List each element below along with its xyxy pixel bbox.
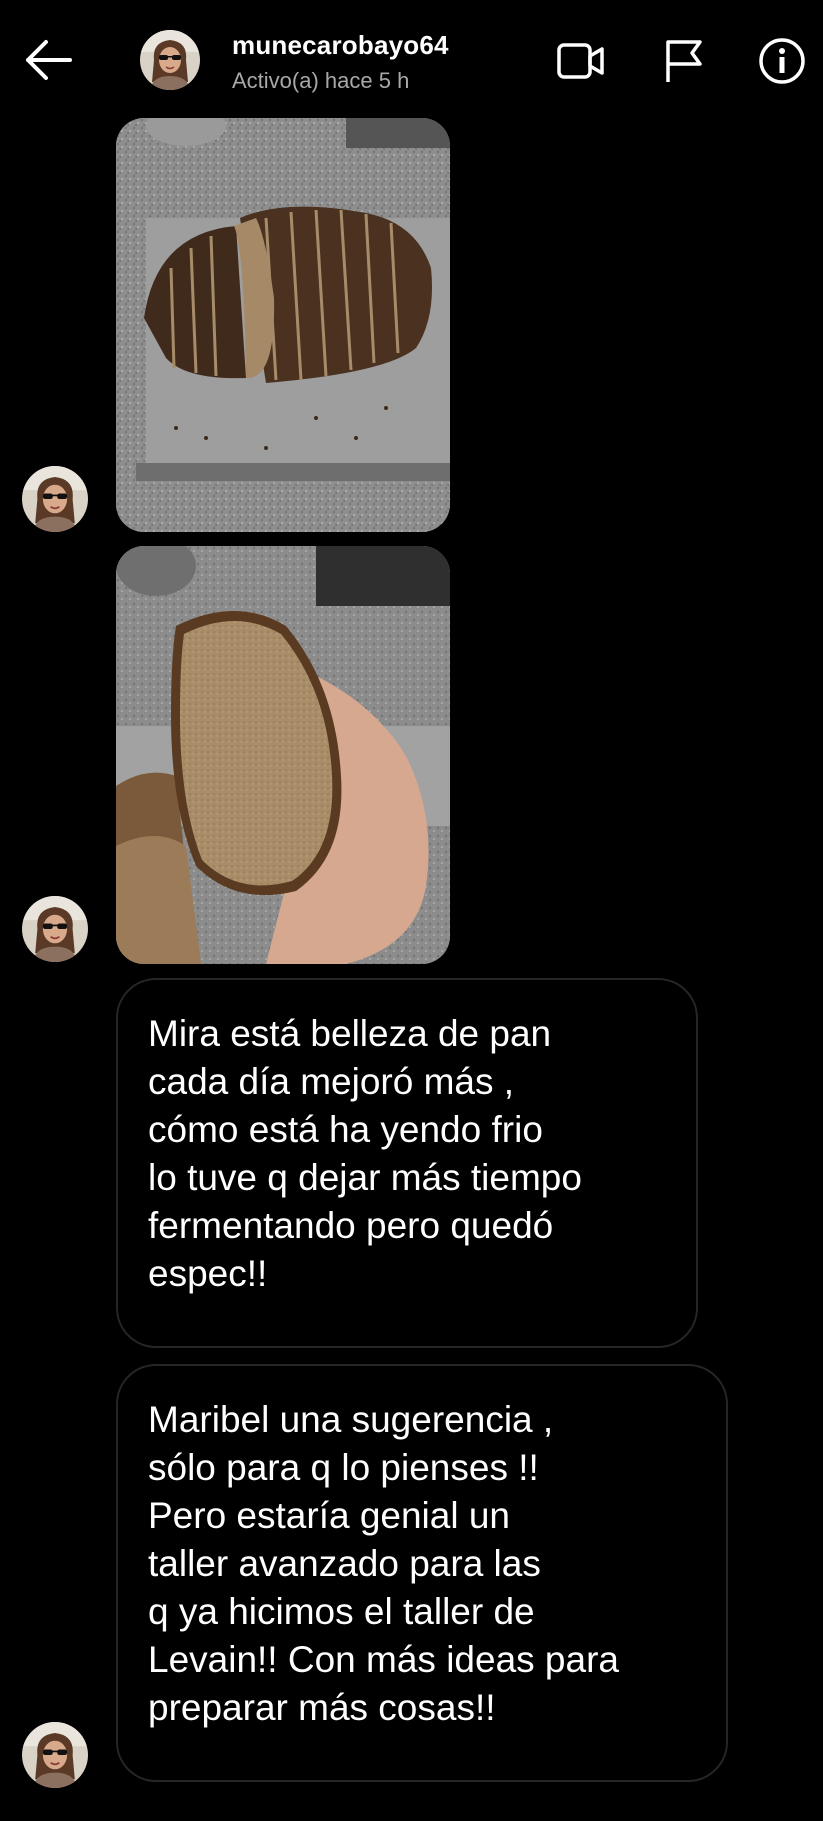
message-text-line: preparar más cosas!! [148, 1687, 496, 1728]
message-text-line: Pero estaría genial un [148, 1495, 511, 1536]
sender-avatar[interactable] [22, 466, 88, 532]
video-call-icon[interactable] [556, 36, 606, 86]
info-icon[interactable] [757, 36, 807, 86]
activity-status: Activo(a) hace 5 h [232, 68, 410, 93]
message-text-line: espec!! [148, 1253, 268, 1294]
message-text-line: fermentando pero quedó [148, 1205, 554, 1246]
sender-avatar[interactable] [22, 1722, 88, 1788]
message-bubble[interactable]: Mira está belleza de pan cada día mejoró… [116, 978, 698, 1348]
bread-loaf-photo [116, 118, 450, 532]
message-text-line: Levain!! Con más ideas para [148, 1639, 619, 1680]
message-text-line: cómo está ha yendo frio [148, 1109, 543, 1150]
message-text-line: cada día mejoró más , [148, 1061, 515, 1102]
message-text-line: Mira está belleza de pan [148, 1013, 552, 1054]
message-text-line: taller avanzado para las [148, 1543, 541, 1584]
chat-header: munecarobayo64 Activo(a) hace 5 h [0, 0, 823, 118]
bread-slice-photo [116, 546, 450, 964]
back-arrow-icon[interactable] [22, 38, 74, 82]
message-text-line: q ya hicimos el taller de [148, 1591, 535, 1632]
message-text-line: sólo para q lo pienses !! [148, 1447, 539, 1488]
message-bubble[interactable]: Maribel una sugerencia , sólo para q lo … [116, 1364, 728, 1782]
sender-avatar[interactable] [22, 896, 88, 962]
message-text-line: lo tuve q dejar más tiempo [148, 1157, 582, 1198]
message-photo-bread-loaf[interactable] [116, 118, 450, 532]
username[interactable]: munecarobayo64 [232, 30, 449, 61]
message-text-line: Maribel una sugerencia , [148, 1399, 554, 1440]
message-photo-bread-slice[interactable] [116, 546, 450, 964]
header-avatar[interactable] [140, 30, 200, 90]
flag-icon[interactable] [660, 36, 710, 86]
